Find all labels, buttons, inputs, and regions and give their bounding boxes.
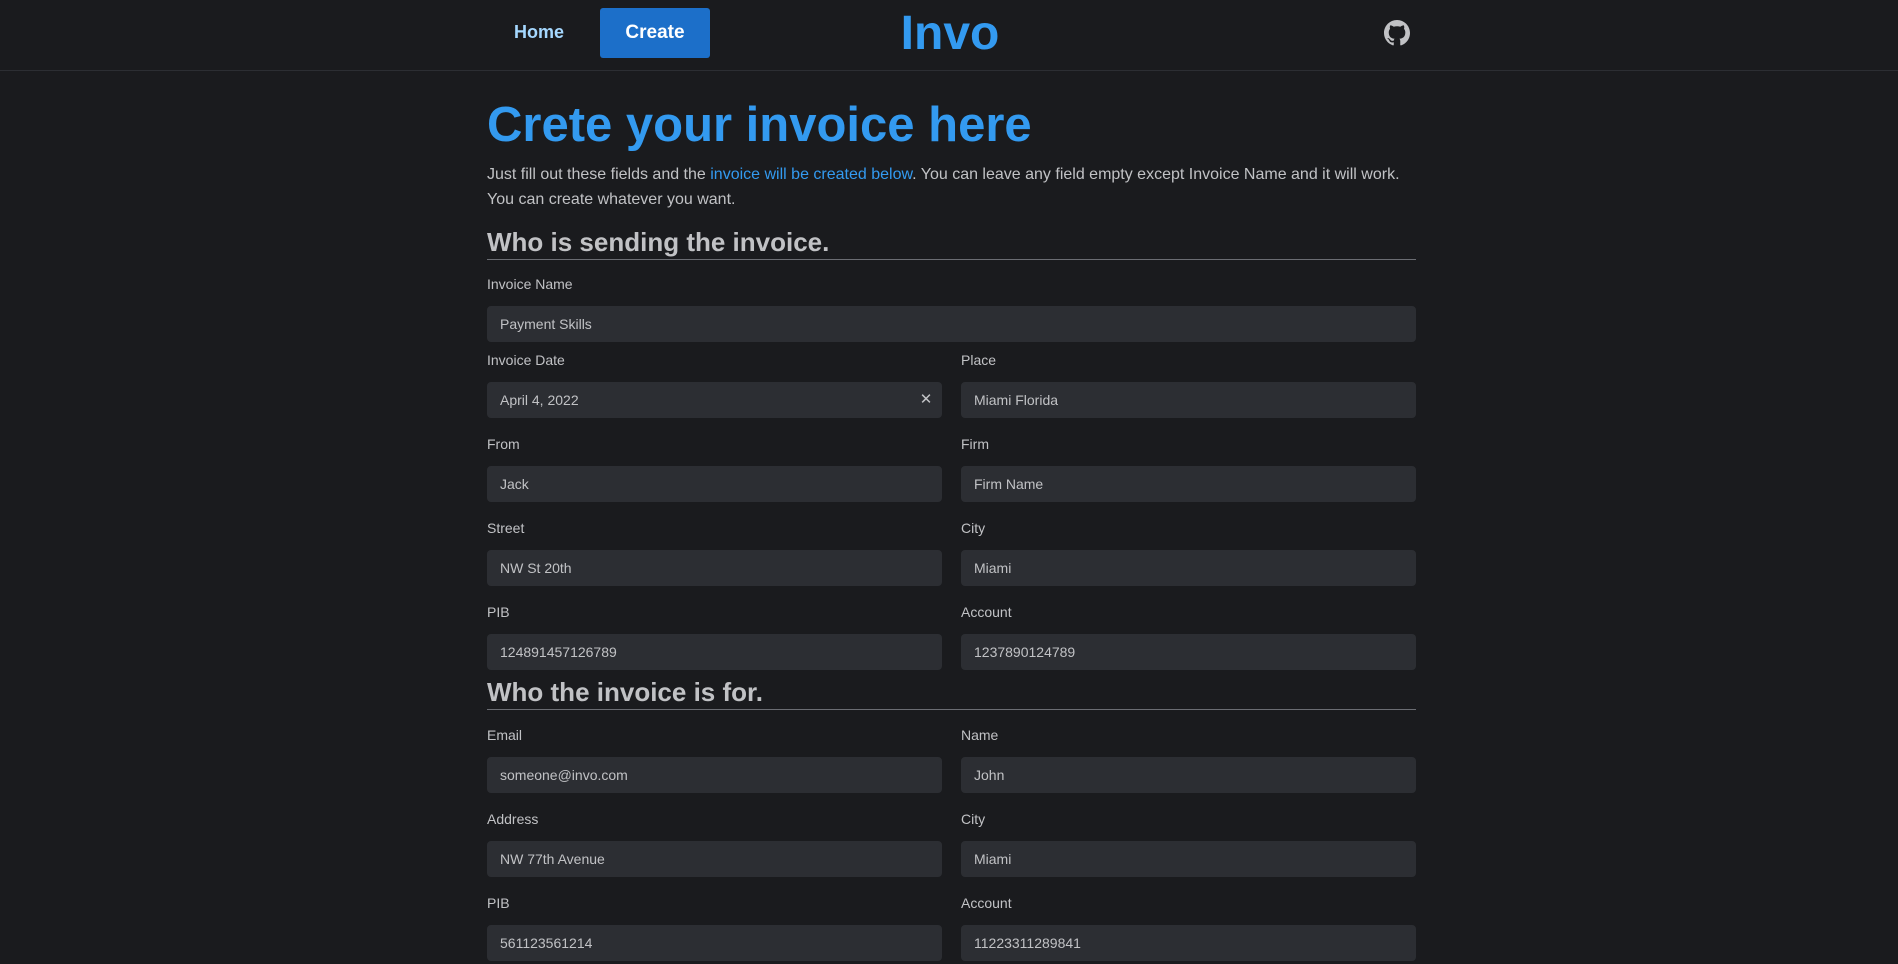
recipient-pib-field: PIB 561123561214 <box>487 893 942 961</box>
recipient-section-title: Who the invoice is for. <box>487 675 1416 710</box>
invoice-date-value: April 4, 2022 <box>500 392 579 408</box>
invoice-below-link[interactable]: invoice will be created below <box>710 166 912 183</box>
github-icon[interactable] <box>1384 20 1410 46</box>
sender-account-field: Account 1237890124789 <box>961 602 1416 670</box>
sender-account-label: Account <box>961 604 1012 620</box>
address-field: Address NW 77th Avenue <box>487 809 942 877</box>
sender-city-label: City <box>961 520 986 536</box>
recipient-account-field: Account 11223311289841 <box>961 893 1416 961</box>
place-label: Place <box>961 352 997 368</box>
invoice-date-field: Invoice Date April 4, 2022 ✕ <box>487 350 942 418</box>
recipient-city-input[interactable]: Miami <box>961 841 1416 877</box>
recipient-name-input[interactable]: John <box>961 757 1416 793</box>
recipient-pib-input[interactable]: 561123561214 <box>487 925 942 961</box>
firm-input[interactable]: Firm Name <box>961 466 1416 502</box>
invoice-name-input[interactable]: Payment Skills <box>487 306 1416 342</box>
recipient-name-label: Name <box>961 727 999 743</box>
street-field: Street NW St 20th <box>487 518 942 586</box>
top-header: Home Create Invo <box>0 0 1898 71</box>
street-input[interactable]: NW St 20th <box>487 550 942 586</box>
street-label: Street <box>487 520 525 536</box>
intro-text-start: Just fill out these fields and the <box>487 166 711 183</box>
app-logo: Invo <box>900 6 1000 60</box>
firm-field: Firm Firm Name <box>961 434 1416 502</box>
nav-create-button[interactable]: Create <box>600 8 710 58</box>
sender-account-input[interactable]: 1237890124789 <box>961 634 1416 670</box>
sender-pib-label: PIB <box>487 604 510 620</box>
address-input[interactable]: NW 77th Avenue <box>487 841 942 877</box>
address-label: Address <box>487 811 539 827</box>
nav-home-link[interactable]: Home <box>490 8 588 57</box>
email-field: Email someone@invo.com <box>487 725 942 793</box>
from-field: From Jack <box>487 434 942 502</box>
main-content: Crete your invoice here Just fill out th… <box>487 71 1416 260</box>
recipient-account-label: Account <box>961 895 1012 911</box>
recipient-account-input[interactable]: 11223311289841 <box>961 925 1416 961</box>
sender-pib-input[interactable]: 124891457126789 <box>487 634 942 670</box>
clear-date-icon[interactable]: ✕ <box>919 383 933 417</box>
intro-text: Just fill out these fields and the invoi… <box>487 162 1416 212</box>
sender-city-field: City Miami <box>961 518 1416 586</box>
place-input[interactable]: Miami Florida <box>961 382 1416 418</box>
place-field: Place Miami Florida <box>961 350 1416 418</box>
sender-pib-field: PIB 124891457126789 <box>487 602 942 670</box>
recipient-city-label: City <box>961 811 986 827</box>
recipient-city-field: City Miami <box>961 809 1416 877</box>
from-input[interactable]: Jack <box>487 466 942 502</box>
from-label: From <box>487 436 520 452</box>
email-input[interactable]: someone@invo.com <box>487 757 942 793</box>
sender-section-title: Who is sending the invoice. <box>487 225 1416 260</box>
invoice-date-label: Invoice Date <box>487 352 565 368</box>
email-label: Email <box>487 727 523 743</box>
page-title: Crete your invoice here <box>487 98 1032 152</box>
invoice-date-input[interactable]: April 4, 2022 ✕ <box>487 382 942 418</box>
firm-label: Firm <box>961 436 989 452</box>
recipient-pib-label: PIB <box>487 895 510 911</box>
sender-city-input[interactable]: Miami <box>961 550 1416 586</box>
invoice-name-field: Invoice Name Payment Skills <box>487 274 1416 342</box>
invoice-name-label: Invoice Name <box>487 276 573 292</box>
recipient-name-field: Name John <box>961 725 1416 793</box>
